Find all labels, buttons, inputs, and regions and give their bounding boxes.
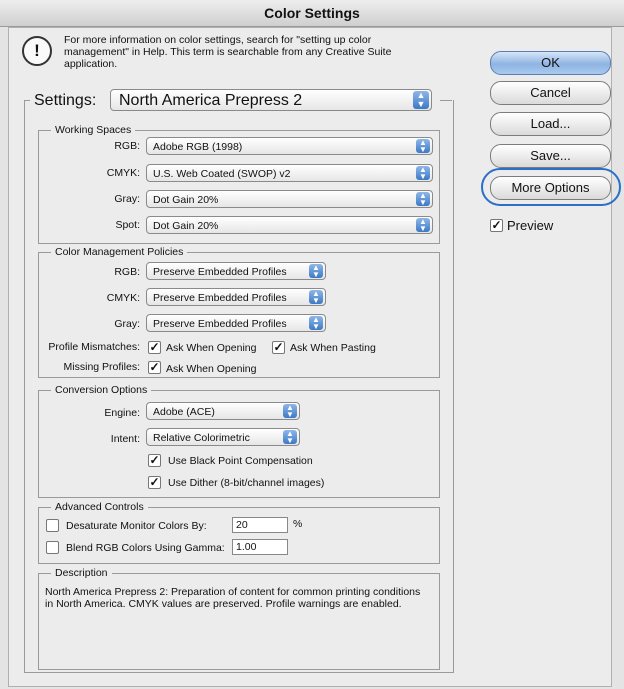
policy-cmyk-label: CMYK: (106, 292, 140, 304)
load-button[interactable]: Load... (490, 112, 611, 136)
ask-opening-label: Ask When Opening (166, 342, 257, 354)
save-button[interactable]: Save... (490, 144, 611, 168)
ws-cmyk-value: U.S. Web Coated (SWOP) v2 (153, 168, 291, 180)
dither-checkbox[interactable]: ✓ (148, 476, 161, 489)
desaturate-input[interactable]: 20 (232, 517, 288, 533)
updown-arrows-icon: ▲ ▼ (416, 192, 430, 207)
exclamation-icon: ! (22, 36, 52, 66)
desaturate-label: Desaturate Monitor Colors By: (66, 520, 207, 532)
policy-gray-label: Gray: (114, 318, 140, 330)
engine-value: Adobe (ACE) (153, 406, 215, 418)
ws-rgb-label: RGB: (114, 140, 140, 152)
settings-select-value: North America Prepress 2 (119, 92, 303, 109)
description-group: Description North America Prepress 2: Pr… (38, 566, 440, 670)
ws-spot-value: Dot Gain 20% (153, 220, 219, 232)
missing-ask-opening-checkbox[interactable]: ✓ (148, 361, 161, 374)
advanced-group: Advanced Controls (38, 500, 440, 564)
updown-arrows-icon: ▲ ▼ (416, 218, 430, 233)
preview-checkbox[interactable]: ✓ (490, 219, 503, 232)
ws-rgb-select[interactable]: Adobe RGB (1998) ▲ ▼ (146, 137, 433, 155)
info-text: For more information on color settings, … (64, 34, 392, 70)
preview-label: Preview (507, 218, 554, 233)
desaturate-checkbox[interactable] (46, 519, 59, 532)
updown-arrows-icon: ▲ ▼ (309, 316, 323, 331)
highlight-ring (481, 168, 621, 206)
engine-select[interactable]: Adobe (ACE) ▲ ▼ (146, 402, 300, 420)
intent-select[interactable]: Relative Colorimetric ▲ ▼ (146, 428, 300, 446)
updown-arrows-icon: ▲ ▼ (283, 404, 297, 419)
cancel-button[interactable]: Cancel (490, 81, 611, 105)
updown-arrows-icon: ▲ ▼ (309, 264, 323, 279)
policy-rgb-value: Preserve Embedded Profiles (153, 266, 287, 278)
policy-cmyk-value: Preserve Embedded Profiles (153, 292, 287, 304)
black-point-checkbox[interactable]: ✓ (148, 454, 161, 467)
conversion-title: Conversion Options (51, 383, 152, 397)
missing-ask-opening-label: Ask When Opening (166, 363, 257, 375)
policy-gray-select[interactable]: Preserve Embedded Profiles ▲ ▼ (146, 314, 326, 332)
black-point-label: Use Black Point Compensation (168, 455, 313, 467)
ws-cmyk-select[interactable]: U.S. Web Coated (SWOP) v2 ▲ ▼ (146, 164, 433, 182)
ask-pasting-checkbox[interactable]: ✓ (272, 341, 285, 354)
missing-profiles-label: Missing Profiles: (63, 361, 140, 373)
ws-spot-label: Spot: (115, 219, 140, 231)
ws-gray-value: Dot Gain 20% (153, 194, 219, 206)
percent-unit: % (293, 518, 303, 530)
settings-label: Settings: (34, 92, 97, 109)
blend-gamma-input[interactable]: 1.00 (232, 539, 288, 555)
updown-arrows-icon: ▲ ▼ (416, 166, 430, 181)
policy-cmyk-select[interactable]: Preserve Embedded Profiles ▲ ▼ (146, 288, 326, 306)
policy-gray-value: Preserve Embedded Profiles (153, 318, 287, 330)
blend-gamma-label: Blend RGB Colors Using Gamma: (66, 542, 225, 554)
intent-label: Intent: (110, 433, 140, 445)
ws-gray-label: Gray: (114, 193, 140, 205)
ws-gray-select[interactable]: Dot Gain 20% ▲ ▼ (146, 190, 433, 208)
updown-arrows-icon: ▲ ▼ (416, 139, 430, 154)
policy-rgb-select[interactable]: Preserve Embedded Profiles ▲ ▼ (146, 262, 326, 280)
profile-mismatches-label: Profile Mismatches: (48, 341, 140, 353)
description-text: North America Prepress 2: Preparation of… (45, 586, 421, 610)
blend-gamma-checkbox[interactable] (46, 541, 59, 554)
description-title: Description (51, 566, 112, 580)
ws-spot-select[interactable]: Dot Gain 20% ▲ ▼ (146, 216, 433, 234)
window-title: Color Settings (0, 0, 624, 27)
updown-arrows-icon: ▲ ▼ (413, 91, 429, 109)
ask-opening-checkbox[interactable]: ✓ (148, 341, 161, 354)
ws-cmyk-label: CMYK: (106, 167, 140, 179)
policies-title: Color Management Policies (51, 245, 188, 259)
dither-label: Use Dither (8-bit/channel images) (168, 477, 325, 489)
policy-rgb-label: RGB: (114, 266, 140, 278)
updown-arrows-icon: ▲ ▼ (309, 290, 323, 305)
engine-label: Engine: (104, 407, 140, 419)
working-spaces-title: Working Spaces (51, 123, 136, 137)
ok-button[interactable]: OK (490, 51, 611, 75)
updown-arrows-icon: ▲ ▼ (283, 430, 297, 445)
settings-select[interactable]: North America Prepress 2 ▲ ▼ (110, 89, 432, 111)
intent-value: Relative Colorimetric (153, 432, 250, 444)
ask-pasting-label: Ask When Pasting (290, 342, 376, 354)
advanced-title: Advanced Controls (51, 500, 148, 514)
ws-rgb-value: Adobe RGB (1998) (153, 141, 243, 153)
